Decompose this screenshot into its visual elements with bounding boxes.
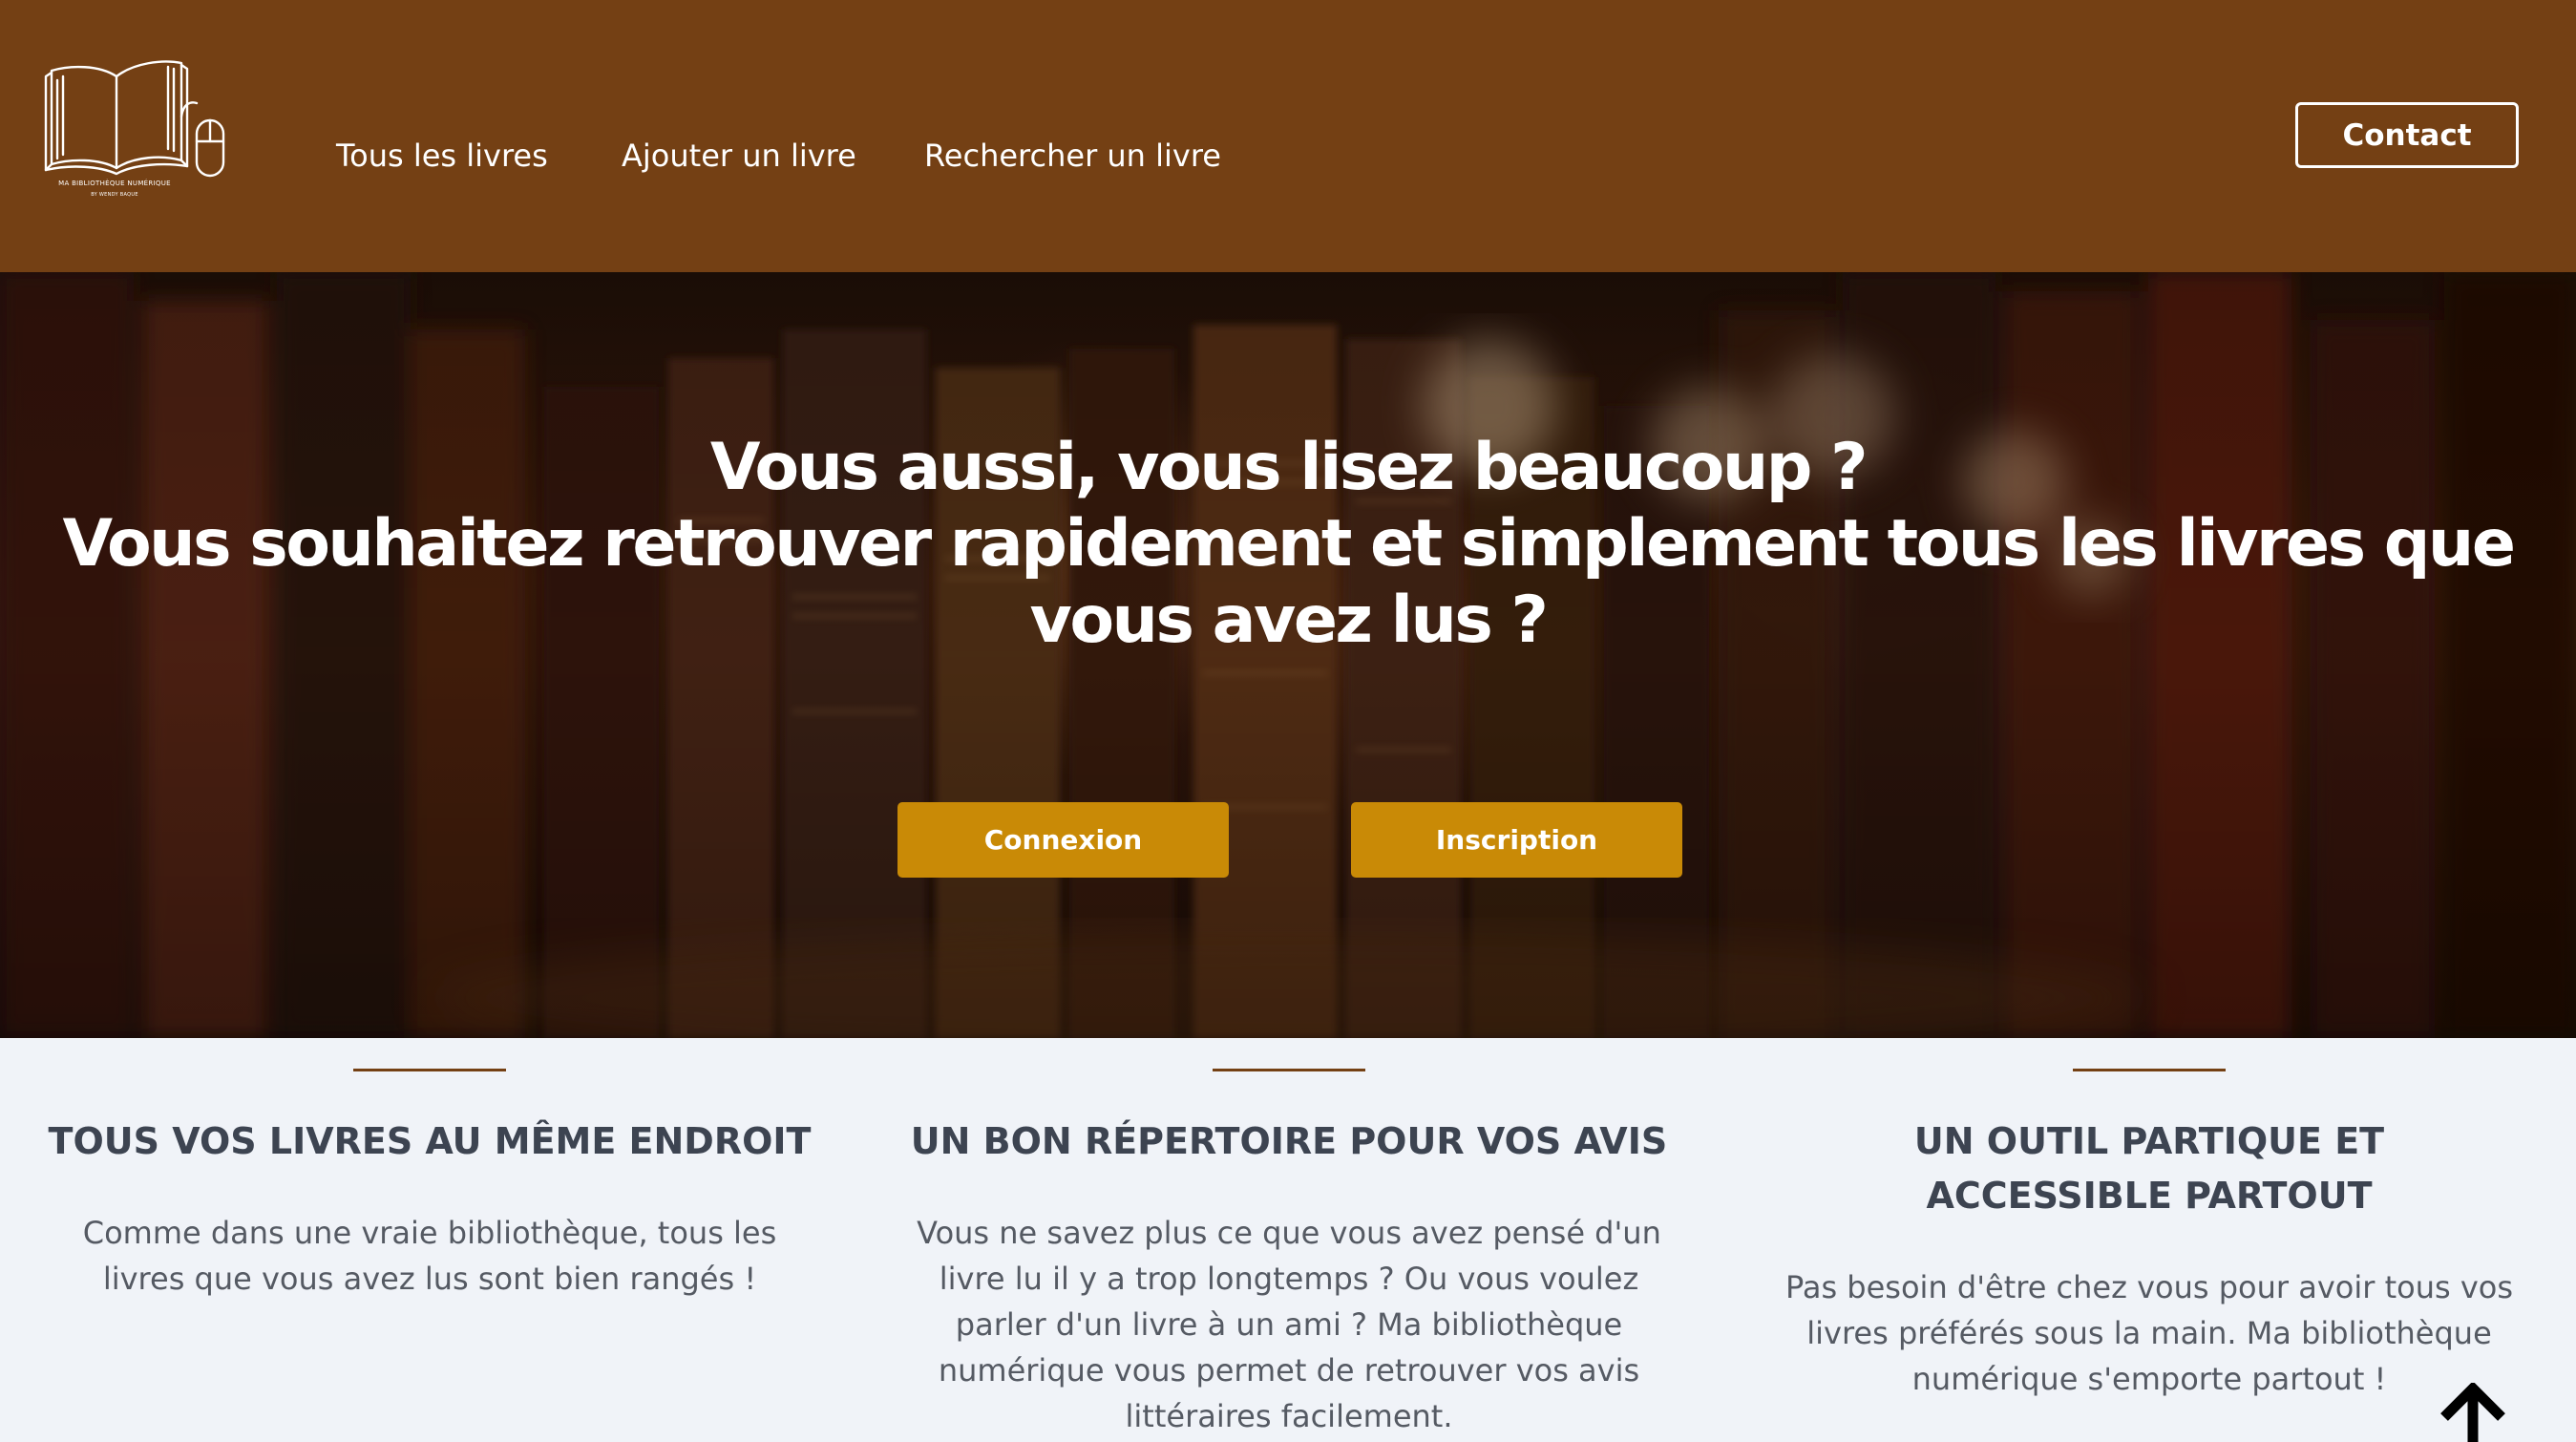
feature-text: Vous ne savez plus ce que vous avez pens…: [917, 1215, 1661, 1434]
nav-add-book[interactable]: Ajouter un livre: [622, 138, 856, 174]
logo-title: MA BIBLIOTHÈQUE NUMÉRIQUE: [58, 180, 171, 187]
feature-divider: [353, 1069, 506, 1071]
scroll-to-top-button[interactable]: [2435, 1383, 2511, 1442]
arrow-up-icon: [2440, 1383, 2505, 1442]
hero-headline: Vous aussi, vous lisez beaucoup ?: [709, 430, 1869, 505]
features-section: TOUS VOS LIVRES AU MÊME ENDROIT Comme da…: [0, 1038, 2576, 1442]
feature-divider: [1213, 1069, 1365, 1071]
signup-button[interactable]: Inscription: [1351, 802, 1682, 878]
login-button[interactable]: Connexion: [897, 802, 1229, 878]
site-logo[interactable]: MA BIBLIOTHÈQUE NUMÉRIQUE BY WENDY BAQUE: [42, 55, 233, 206]
nav-search-book[interactable]: Rechercher un livre: [924, 138, 1221, 174]
hero-subheadline: Vous souhaitez retrouver rapidement et s…: [62, 506, 2516, 658]
feature-text: Comme dans une vraie bibliothèque, tous …: [82, 1215, 777, 1297]
hero-section: Vous aussi, vous lisez beaucoup ? Vous s…: [0, 272, 2576, 1038]
site-header: MA BIBLIOTHÈQUE NUMÉRIQUE BY WENDY BAQUE…: [0, 0, 2576, 272]
logo-subtitle: BY WENDY BAQUE: [91, 192, 138, 198]
nav-all-books[interactable]: Tous les livres: [336, 138, 548, 174]
feature-text: Pas besoin d'être chez vous pour avoir t…: [1784, 1269, 2513, 1397]
feature-title: UN OUTIL PARTIQUE ET ACCESSIBLE PARTOUT: [1913, 1120, 2385, 1217]
feature-divider: [2073, 1069, 2226, 1071]
contact-button[interactable]: Contact: [2295, 102, 2519, 168]
feature-title: TOUS VOS LIVRES AU MÊME ENDROIT: [48, 1120, 812, 1162]
feature-title: UN BON RÉPERTOIRE POUR VOS AVIS: [910, 1120, 1668, 1162]
